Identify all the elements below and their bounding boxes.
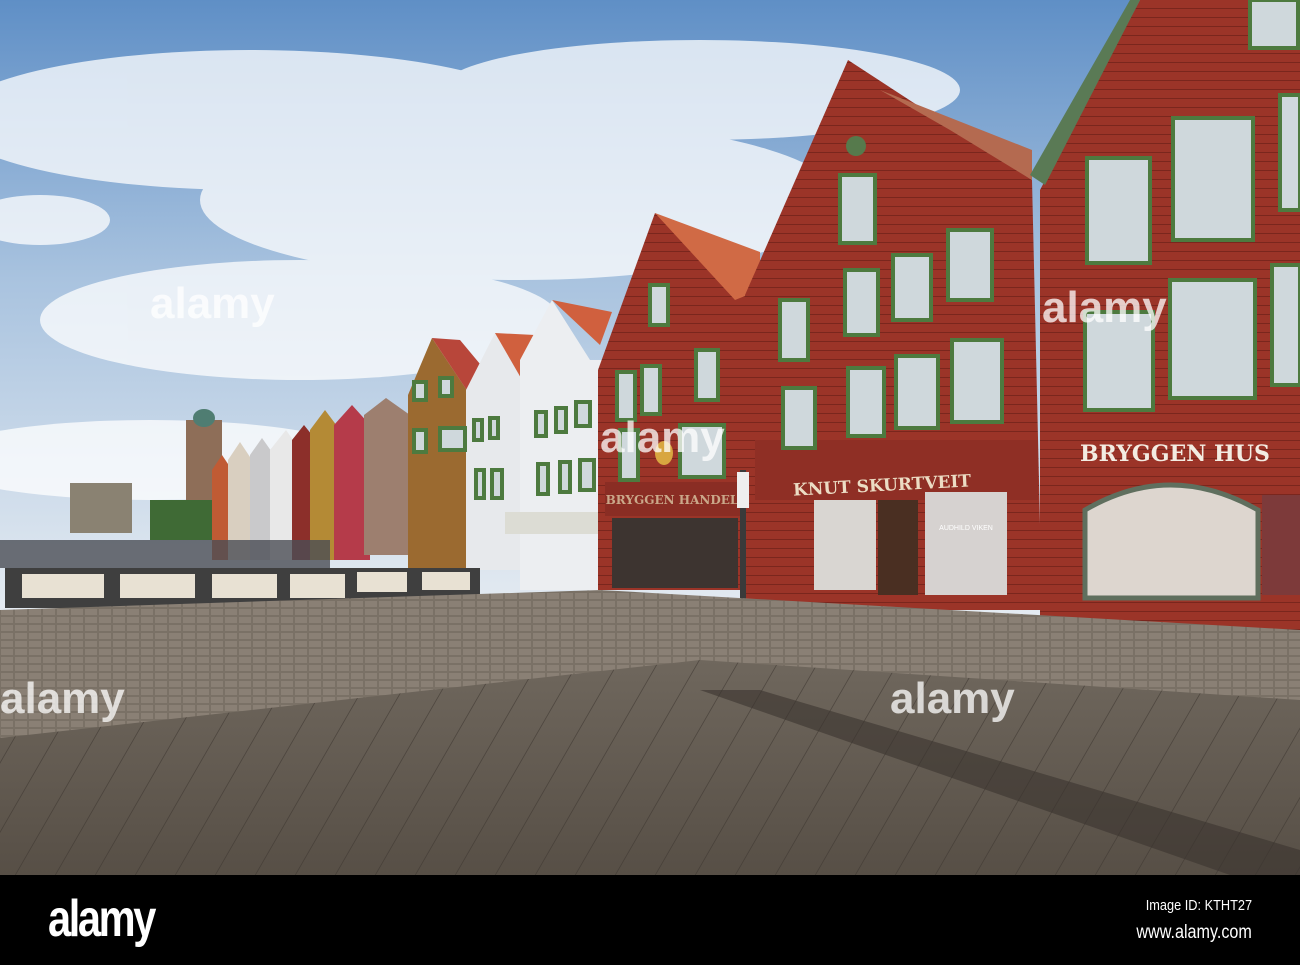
hus-shop-window — [1082, 482, 1261, 601]
street-sign — [737, 472, 749, 508]
knut-shop-window-right — [925, 492, 1007, 595]
round-window — [846, 136, 866, 156]
watermark-mid: alamy — [600, 413, 725, 462]
handel-shopfront — [612, 518, 738, 588]
watermark-right: alamy — [890, 674, 1015, 723]
audhild-viken-logo: AUDHILD VIKEN — [939, 525, 993, 532]
tower-dome — [193, 409, 215, 427]
stock-photo: BRYGGEN HANDEL KNUT SKURTVEIT AUDHILD VI… — [0, 0, 1300, 965]
knut-shop-window-left — [814, 500, 876, 590]
watermark-sky: alamy — [150, 279, 275, 328]
alamy-url: www.alamy.com — [1136, 922, 1252, 943]
image-id: Image ID: KTHT27 — [1145, 897, 1252, 914]
knut-door — [878, 500, 918, 595]
fortress-building — [70, 483, 132, 533]
sign-bryggen-hus: BRYGGEN HUS — [1080, 441, 1270, 467]
awning — [505, 512, 605, 534]
alamy-logo: alamy — [48, 890, 156, 948]
trees — [150, 500, 215, 540]
crowd — [0, 540, 330, 568]
bryggen-street-scene: BRYGGEN HANDEL KNUT SKURTVEIT AUDHILD VI… — [0, 0, 1300, 875]
sweaters-display — [1262, 495, 1300, 595]
alamy-footer: alamy Image ID: KTHT27 www.alamy.com — [0, 875, 1300, 965]
sign-bryggen-handel: BRYGGEN HANDEL — [606, 493, 739, 507]
watermark-top: alamy — [1042, 283, 1167, 332]
watermark-left: alamy — [0, 674, 125, 723]
